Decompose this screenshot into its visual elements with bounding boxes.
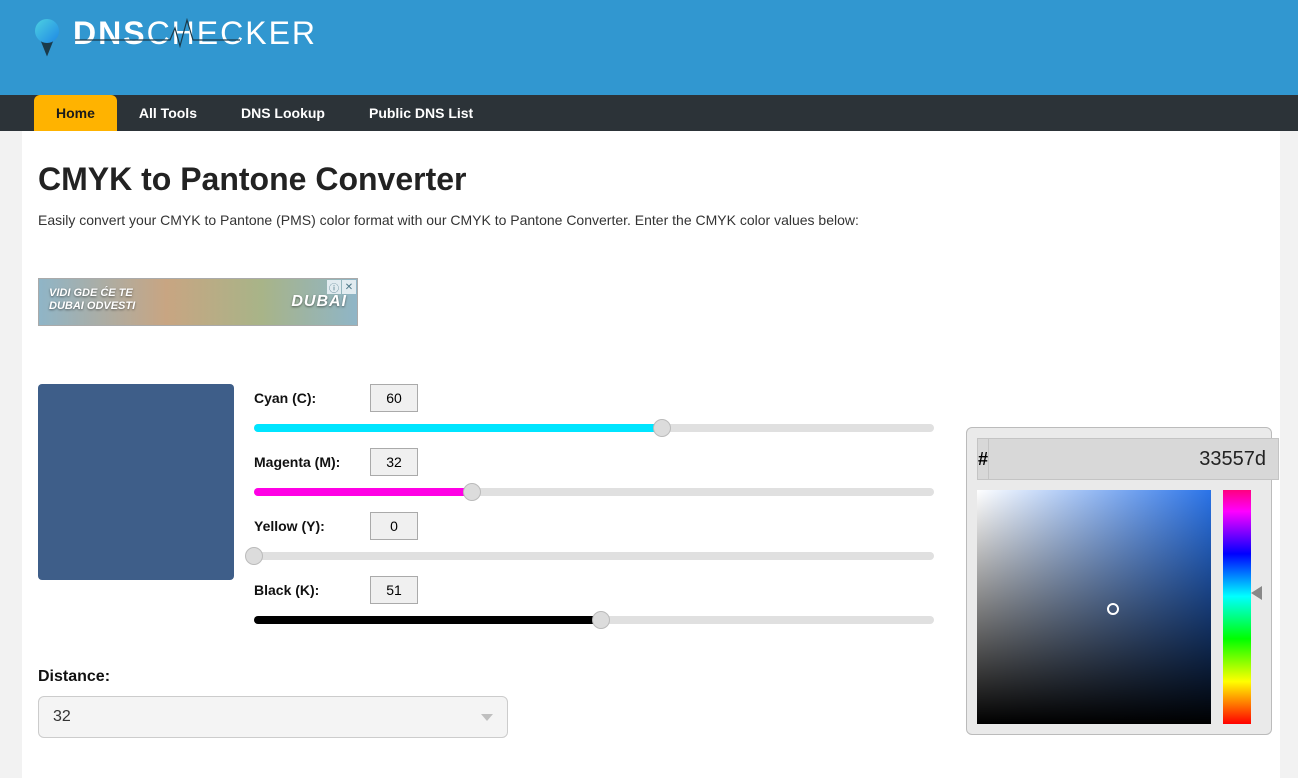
slider-yellow: Yellow (Y): xyxy=(254,512,954,560)
logo-text: DNSCHECKER xyxy=(73,15,317,52)
label-yellow: Yellow (Y): xyxy=(254,518,350,534)
track-cyan[interactable] xyxy=(254,424,934,432)
hex-hash-label: # xyxy=(977,438,989,480)
distance-select[interactable]: 32 xyxy=(38,696,508,738)
input-cyan[interactable] xyxy=(370,384,418,412)
hex-row: # xyxy=(977,438,1261,480)
fill-black xyxy=(254,616,601,624)
thumb-magenta[interactable] xyxy=(463,483,481,501)
label-black: Black (K): xyxy=(254,582,350,598)
thumb-yellow[interactable] xyxy=(245,547,263,565)
ad-text: VIDI GDE ĆE TE DUBAI ODVESTI xyxy=(49,287,135,313)
header-banner: DNSCHECKER xyxy=(0,0,1298,95)
hue-arrow-icon[interactable] xyxy=(1251,586,1262,600)
input-black[interactable] xyxy=(370,576,418,604)
hex-input[interactable] xyxy=(989,438,1279,480)
input-magenta[interactable] xyxy=(370,448,418,476)
saturation-area[interactable] xyxy=(977,490,1211,724)
page-title: CMYK to Pantone Converter xyxy=(38,161,1264,198)
main-nav: Home All Tools DNS Lookup Public DNS Lis… xyxy=(0,95,1298,131)
chevron-down-icon xyxy=(481,714,493,721)
saturation-selector[interactable] xyxy=(1107,603,1119,615)
color-picker-panel: # xyxy=(966,427,1272,735)
slider-black: Black (K): xyxy=(254,576,954,624)
ad-info-icon[interactable]: ⓘ xyxy=(327,280,341,294)
label-cyan: Cyan (C): xyxy=(254,390,350,406)
track-yellow[interactable] xyxy=(254,552,934,560)
color-swatch xyxy=(38,384,234,580)
main-content: CMYK to Pantone Converter Easily convert… xyxy=(22,131,1280,778)
fill-magenta xyxy=(254,488,472,496)
hue-slider[interactable] xyxy=(1223,490,1251,724)
thumb-cyan[interactable] xyxy=(653,419,671,437)
cmyk-sliders: Cyan (C): Magenta (M): xyxy=(254,384,954,640)
fill-cyan xyxy=(254,424,662,432)
ad-close-icon[interactable]: ✕ xyxy=(342,280,356,294)
ad-brand: DUBAI xyxy=(291,293,347,311)
nav-public-dns-list[interactable]: Public DNS List xyxy=(347,95,495,131)
page-description: Easily convert your CMYK to Pantone (PMS… xyxy=(38,212,1264,228)
nav-all-tools[interactable]: All Tools xyxy=(117,95,219,131)
track-black[interactable] xyxy=(254,616,934,624)
input-yellow[interactable] xyxy=(370,512,418,540)
slider-cyan: Cyan (C): xyxy=(254,384,954,432)
label-magenta: Magenta (M): xyxy=(254,454,350,470)
nav-home[interactable]: Home xyxy=(34,95,117,131)
track-magenta[interactable] xyxy=(254,488,934,496)
nav-dns-lookup[interactable]: DNS Lookup xyxy=(219,95,347,131)
globe-pin-icon xyxy=(35,19,65,49)
distance-value: 32 xyxy=(53,708,71,726)
ad-banner[interactable]: VIDI GDE ĆE TE DUBAI ODVESTI DUBAI ⓘ ✕ xyxy=(38,278,358,326)
thumb-black[interactable] xyxy=(592,611,610,629)
site-logo[interactable]: DNSCHECKER xyxy=(35,15,1298,52)
slider-magenta: Magenta (M): xyxy=(254,448,954,496)
